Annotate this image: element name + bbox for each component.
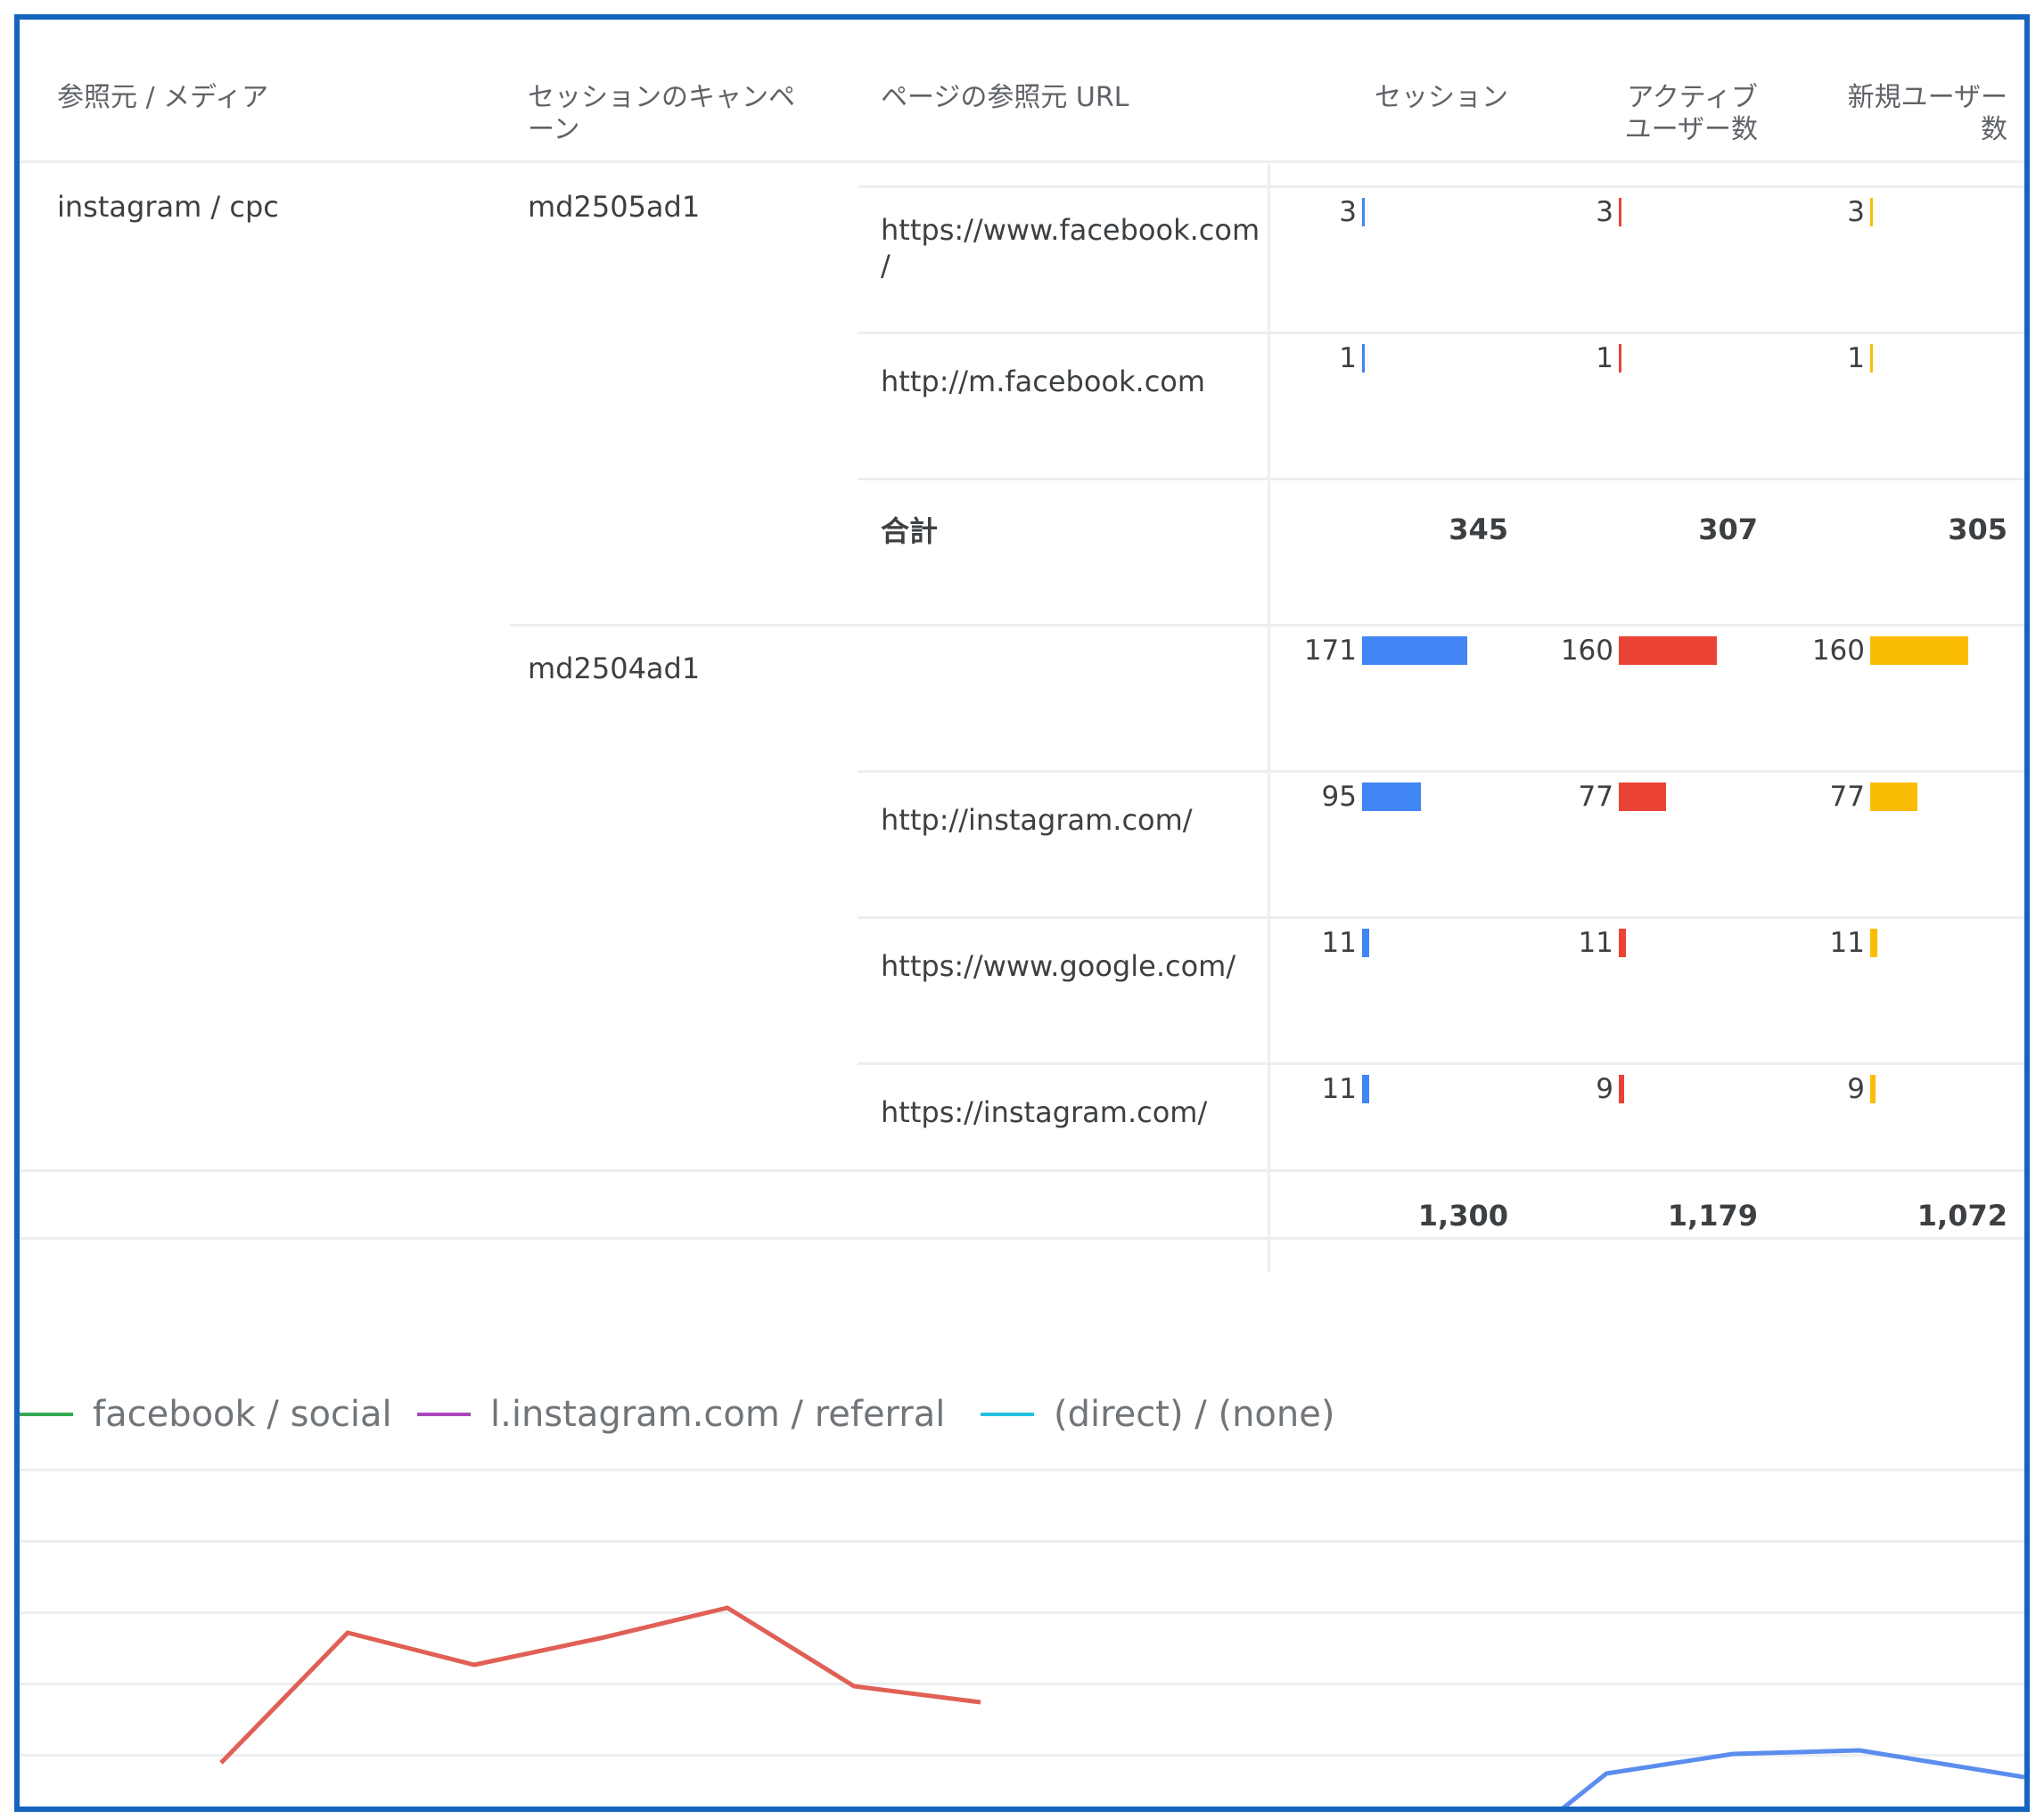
legend-label: l.instagram.com / referral [490, 1394, 946, 1435]
header-divider [20, 160, 2024, 163]
metric-value-sessions: 3 [1339, 196, 1357, 228]
referrer-url-cell[interactable]: https://www.google.com/ [881, 948, 1235, 984]
metric-bar-new-users [1870, 198, 1873, 226]
legend-swatch [417, 1413, 471, 1416]
metric-value-new-users: 77 [1829, 781, 1865, 813]
metric-value-sessions: 11 [1321, 1073, 1357, 1105]
header-campaign-line2: ーン [528, 114, 580, 145]
referrer-url-cell[interactable]: http://instagram.com/ [881, 802, 1193, 838]
grand-total-new-users: 1,072 [1917, 1199, 2007, 1233]
metric-value-sessions: 171 [1303, 635, 1357, 667]
header-source-medium[interactable]: 参照元 / メディア [57, 82, 268, 114]
metric-value-sessions: 11 [1321, 927, 1357, 959]
row-divider [858, 916, 2024, 919]
chart-series-line-red [219, 1605, 981, 1765]
metric-bar-sessions [1362, 344, 1365, 373]
metric-bar-sessions [1362, 929, 1369, 957]
header-campaign[interactable]: セッションのキャンペ ーン [528, 82, 795, 146]
metric-bar-sessions [1362, 636, 1467, 665]
metric-bar-active-users [1619, 1075, 1624, 1103]
metric-value-sessions: 95 [1321, 781, 1357, 813]
subtotal-label: 合計 [881, 514, 939, 548]
metric-value-active-users: 9 [1596, 1073, 1613, 1105]
header-newusers-line2: 数 [1981, 114, 2007, 145]
metric-bar-new-users [1870, 344, 1873, 373]
header-sessions[interactable]: セッション [1321, 82, 1508, 114]
row-divider [858, 478, 2024, 480]
metric-value-new-users: 9 [1847, 1073, 1865, 1105]
metric-bar-sessions [1362, 782, 1421, 811]
legend-label: (direct) / (none) [1054, 1394, 1335, 1435]
referrer-url-line2: / [881, 249, 891, 283]
subtotal-active-users: 307 [1698, 512, 1758, 546]
trend-chart [219, 1605, 2024, 1807]
metric-value-active-users: 77 [1578, 781, 1613, 813]
row-divider [858, 770, 2024, 773]
legend-swatch [20, 1413, 73, 1416]
grand-total-sessions: 1,300 [1417, 1199, 1508, 1233]
metric-value-new-users: 160 [1811, 635, 1865, 667]
referrer-url-line1: https://www.facebook.com [881, 213, 1260, 247]
header-active-line1: アクティブ [1627, 82, 1758, 113]
metric-bar-active-users [1619, 344, 1621, 373]
source-medium-cell[interactable]: instagram / cpc [57, 189, 279, 225]
metric-bar-sessions [1362, 1075, 1369, 1103]
campaign-cell[interactable]: md2505ad1 [528, 189, 700, 225]
total-divider [20, 1169, 2024, 1172]
chart-series-line-blue [1561, 1748, 2024, 1807]
legend-swatch [981, 1413, 1034, 1416]
metric-value-active-users: 3 [1596, 196, 1613, 228]
metric-bar-active-users [1619, 929, 1626, 957]
campaign-cell[interactable]: md2504ad1 [528, 651, 700, 686]
metric-value-new-users: 3 [1847, 196, 1865, 228]
metric-bar-new-users [1870, 1075, 1876, 1103]
metric-value-active-users: 160 [1560, 635, 1613, 667]
report-panel: 参照元 / メディア セッションのキャンペ ーン ページの参照元 URL セッシ… [14, 14, 2030, 1812]
legend-label: facebook / social [93, 1394, 392, 1435]
row-divider [858, 185, 2024, 188]
metric-bar-new-users [1870, 929, 1877, 957]
referrer-url-cell[interactable]: http://m.facebook.com [881, 364, 1205, 399]
header-new-users[interactable]: 新規ユーザー 数 [1785, 82, 2007, 146]
subtotal-sessions: 345 [1449, 512, 1508, 546]
subtotal-new-users: 305 [1948, 512, 2007, 546]
legend-item-direct-none[interactable]: (direct) / (none) [981, 1392, 1334, 1437]
referrer-url-cell[interactable]: https://instagram.com/ [881, 1094, 1207, 1130]
legend-item-instagram-referral[interactable]: l.instagram.com / referral [417, 1392, 945, 1437]
referrer-url-cell[interactable]: https://www.facebook.com / [881, 212, 1260, 283]
table-bottom-divider [20, 1237, 2024, 1240]
metric-bar-active-users [1619, 636, 1717, 665]
header-campaign-line1: セッションのキャンペ [528, 82, 795, 113]
header-referrer-url[interactable]: ページの参照元 URL [881, 82, 1129, 114]
metric-value-active-users: 11 [1578, 927, 1613, 959]
metric-value-sessions: 1 [1339, 342, 1357, 374]
metric-bar-active-users [1619, 198, 1621, 226]
metric-bar-new-users [1870, 782, 1917, 811]
metric-value-new-users: 1 [1847, 342, 1865, 374]
header-newusers-line1: 新規ユーザー [1847, 82, 2007, 113]
metric-bar-active-users [1619, 782, 1666, 811]
metric-bar-new-users [1870, 636, 1968, 665]
legend-item-facebook-social[interactable]: facebook / social [20, 1392, 392, 1437]
header-active-users[interactable]: アクティブ ユーザー数 [1535, 82, 1758, 146]
grand-total-active-users: 1,179 [1667, 1199, 1758, 1233]
row-divider [858, 332, 2024, 334]
metric-value-new-users: 11 [1829, 927, 1865, 959]
row-divider [858, 1062, 2024, 1065]
metric-value-active-users: 1 [1596, 342, 1613, 374]
row-divider [510, 624, 2024, 627]
header-active-line2: ユーザー数 [1624, 114, 1758, 145]
metric-bar-sessions [1362, 198, 1365, 226]
